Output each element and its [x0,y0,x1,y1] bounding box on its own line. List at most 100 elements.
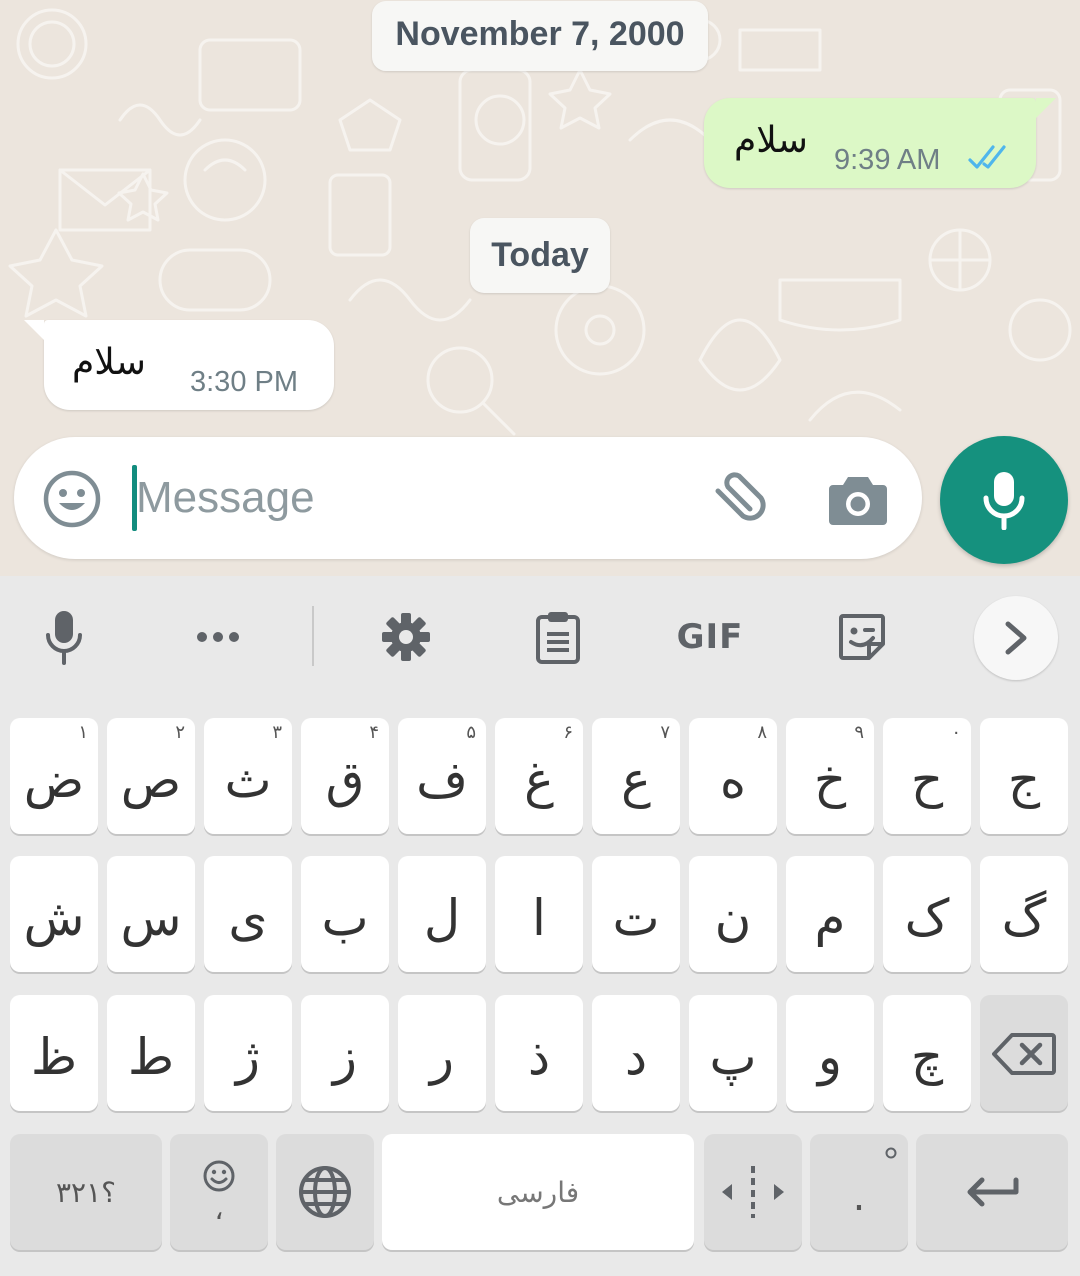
key-char: ع [621,751,651,809]
keyboard-toolbar: GIF [0,576,1080,698]
toolbar-divider [312,606,314,666]
expand-toolbar-button[interactable] [974,596,1058,680]
backspace-key[interactable] [980,995,1068,1111]
key-hint: ۶ [563,722,573,743]
key[interactable]: غ۶ [495,718,583,834]
cursor-control-key[interactable] [704,1134,802,1250]
key-char: ک [904,889,950,947]
key-char: ض [23,751,85,809]
chevron-right-icon [1005,621,1027,655]
key[interactable]: ز [301,995,389,1111]
enter-key[interactable] [916,1134,1068,1250]
key[interactable]: ک [883,856,971,972]
key[interactable]: ل [398,856,486,972]
key[interactable]: ج [980,718,1068,834]
outgoing-message[interactable]: سلام 9:39 AM [704,98,1056,188]
date-chip: November 7, 2000 [372,1,708,71]
key-char: ق [325,751,365,809]
key[interactable]: ظ [10,995,98,1111]
key-char: م [814,889,846,947]
key[interactable]: د [592,995,680,1111]
emoji-icon[interactable] [42,469,102,529]
symbols-label: ؟۳۲۱ [56,1175,116,1209]
message-composer [14,437,922,559]
camera-icon[interactable] [828,473,888,527]
key-hint: ۳ [272,722,282,743]
period-key[interactable]: . [810,1134,908,1250]
incoming-message[interactable]: سلام 3:30 PM [24,320,334,410]
key[interactable]: ب [301,856,389,972]
key-hint: ۲ [175,722,185,743]
key[interactable]: ژ [204,995,292,1111]
key-hint: ۷ [660,722,670,743]
key[interactable]: ش [10,856,98,972]
key-char: ذ [527,1028,551,1086]
key[interactable]: ا [495,856,583,972]
clipboard-icon [536,612,580,664]
voice-record-button[interactable] [940,436,1068,564]
bubble-tail [24,320,44,340]
key-char: ژ [235,1028,261,1086]
key-char: غ [524,751,554,809]
key-char: پ [709,1028,757,1086]
key-hint: ۴ [369,722,379,743]
key-char: س [120,889,182,947]
message-input[interactable] [136,463,656,533]
dot-hint-icon [885,1147,897,1159]
symbols-key[interactable]: ؟۳۲۱ [10,1134,162,1250]
key[interactable]: ص۲ [107,718,195,834]
settings-button[interactable] [376,606,436,668]
key[interactable]: خ۹ [786,718,874,834]
key[interactable]: ن [689,856,777,972]
double-check-read-icon [968,145,1006,169]
message-time: 3:30 PM [190,366,298,398]
comma-emoji-key[interactable]: ، [170,1134,268,1250]
key[interactable]: ت [592,856,680,972]
message-text: سلام [734,120,808,161]
key[interactable]: ض۱ [10,718,98,834]
key-char: ظ [30,1028,78,1086]
gear-icon [382,613,430,661]
key[interactable]: ع۷ [592,718,680,834]
key[interactable]: ه۸ [689,718,777,834]
key-hint: ۹ [854,722,864,743]
language-key[interactable] [276,1134,374,1250]
key[interactable]: و [786,995,874,1111]
key[interactable]: پ [689,995,777,1111]
sticker-icon [839,614,885,660]
key[interactable]: ح۰ [883,718,971,834]
gif-button[interactable]: GIF [670,606,750,668]
period-label: . [852,1174,866,1220]
key[interactable]: ط [107,995,195,1111]
key[interactable]: ذ [495,995,583,1111]
key[interactable]: چ [883,995,971,1111]
clipboard-button[interactable] [528,606,588,668]
key[interactable]: ث۳ [204,718,292,834]
key[interactable]: ق۴ [301,718,389,834]
key-char: و [817,1028,843,1086]
key[interactable]: گ [980,856,1068,972]
key[interactable]: م [786,856,874,972]
key[interactable]: ر [398,995,486,1111]
comma-label: ، [214,1192,224,1226]
space-label: فارسی [496,1175,580,1209]
key-char: ا [532,889,546,947]
key-hint: ۸ [757,722,767,743]
paperclip-icon[interactable] [706,469,768,531]
key-char: ت [612,889,660,947]
key[interactable]: س [107,856,195,972]
microphone-icon [46,611,82,665]
more-dots-icon [197,632,239,642]
sticker-button[interactable] [832,606,892,668]
key-char: ث [224,751,272,809]
more-options-button[interactable] [186,606,250,668]
microphone-icon [983,472,1025,530]
date-chip: Today [470,218,610,293]
key-char: ب [321,889,369,947]
voice-typing-button[interactable] [34,606,94,668]
keyboard: GIF ض۱ ص۲ ث۳ ق۴ ف۵ غ۶ ع۷ ه۸ خ۹ ح۰ ج ش س … [0,576,1080,1276]
space-key[interactable]: فارسی [382,1134,694,1250]
key-char: ط [127,1028,175,1086]
key[interactable]: ف۵ [398,718,486,834]
key[interactable]: ی [204,856,292,972]
